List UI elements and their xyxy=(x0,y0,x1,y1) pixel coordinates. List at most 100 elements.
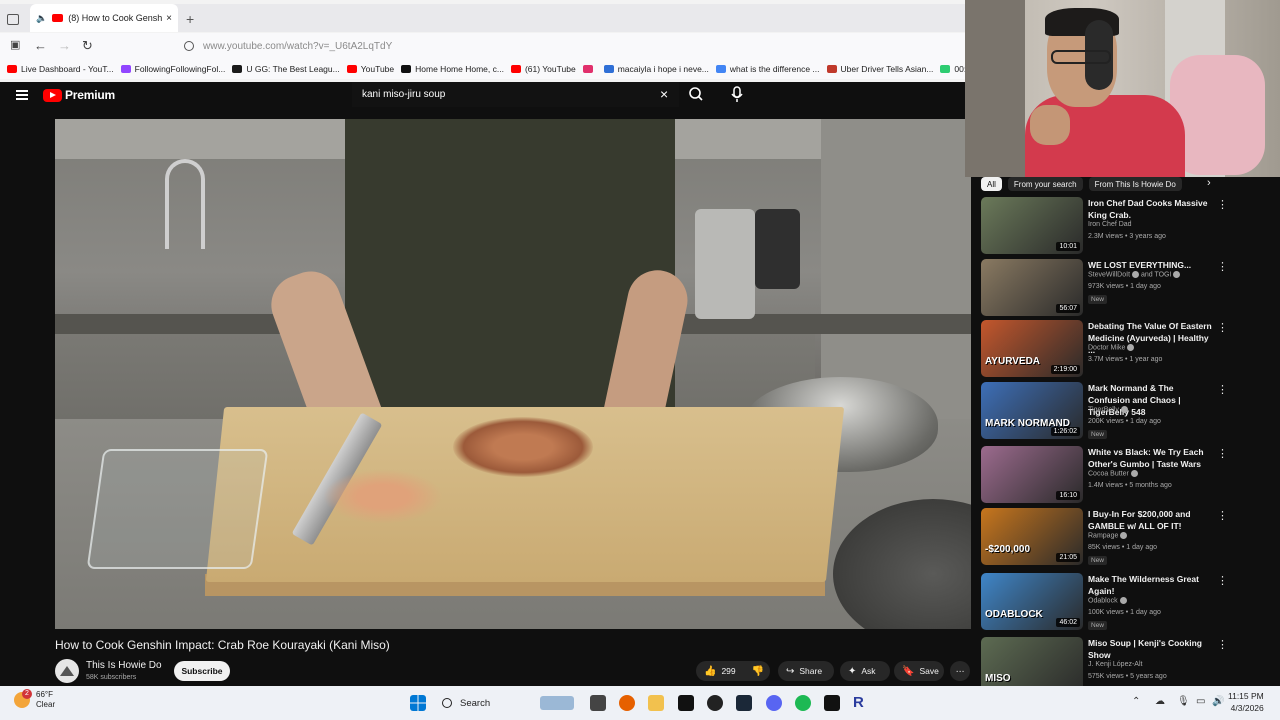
more-options-icon[interactable]: ⋮ xyxy=(1217,383,1228,396)
reload-button[interactable]: ↻ xyxy=(82,38,93,54)
video-title-link[interactable]: Miso Soup | Kenji's Cooking Show xyxy=(1088,637,1213,661)
more-options-icon[interactable]: ⋮ xyxy=(1217,574,1228,587)
bookmark-item[interactable] xyxy=(582,65,597,73)
like-icon[interactable]: 👍 xyxy=(704,666,716,677)
channel-line[interactable]: J. Kenji López-Alt xyxy=(1088,661,1142,668)
task-view-icon[interactable] xyxy=(590,695,606,711)
more-options-icon[interactable]: ⋮ xyxy=(1217,198,1228,211)
bookmark-item[interactable]: FollowingFollowingFol... xyxy=(120,64,225,74)
tab-active[interactable]: 🔈 (8) How to Cook Genshin Impact × xyxy=(30,4,178,32)
address-bar[interactable]: www.youtube.com/watch?v=_U6tA2LqTdY xyxy=(175,36,955,56)
video-player[interactable] xyxy=(55,119,971,629)
site-info-icon[interactable] xyxy=(184,41,194,51)
video-thumbnail[interactable]: 56:07 xyxy=(981,259,1083,316)
r-app-icon[interactable]: R xyxy=(853,695,869,711)
recommended-video[interactable]: AYURVEDA 2:19:00 Debating The Value Of Eas… xyxy=(981,320,1231,377)
video-title-link[interactable]: WE LOST EVERYTHING... xyxy=(1088,259,1213,271)
bookmark-item[interactable]: what is the difference ... xyxy=(715,64,820,74)
bookmark-item[interactable]: Uber Driver Tells Asian... xyxy=(826,64,933,74)
recommended-video[interactable]: -$200,000 21:05 I Buy-In For $200,000 and … xyxy=(981,508,1231,565)
recommended-video[interactable]: 10:01 Iron Chef Dad Cooks Massive King Cr… xyxy=(981,197,1231,254)
taskbar-clock[interactable]: 11:15 PM 4/3/2026 xyxy=(1228,690,1264,714)
channel-line[interactable]: Doctor Mike xyxy=(1088,344,1135,351)
channel-line[interactable]: Iron Chef Dad xyxy=(1088,221,1132,228)
bookmark-item[interactable]: macaiyla i hope i neve... xyxy=(603,64,709,74)
spotify-icon[interactable] xyxy=(795,695,811,711)
channel-line[interactable]: Odablock xyxy=(1088,597,1127,604)
bookmark-item[interactable]: U GG: The Best Leagu... xyxy=(232,64,340,74)
channel-line[interactable]: TigerBelly xyxy=(1088,406,1128,413)
channel-name[interactable]: Doctor Mike xyxy=(1088,344,1125,351)
volume-icon[interactable]: 🔊 xyxy=(1212,696,1224,707)
voice-search-button[interactable] xyxy=(724,82,750,107)
channel-name[interactable]: J. Kenji López-Alt xyxy=(1088,661,1142,668)
channel-name[interactable]: Cocoa Butter xyxy=(1088,470,1129,477)
steam-icon[interactable] xyxy=(736,695,752,711)
recommended-video[interactable]: MARK NORMAND 1:26:02 Mark Normand & The Co… xyxy=(981,382,1231,439)
recommended-video[interactable]: ODABLOCK 46:02 Make The Wilderness Great A… xyxy=(981,573,1231,630)
network-icon[interactable]: ▭ xyxy=(1196,696,1205,707)
video-title-link[interactable]: Iron Chef Dad Cooks Massive King Crab. xyxy=(1088,197,1213,221)
filter-chip[interactable]: All xyxy=(981,177,1002,191)
bookmark-item[interactable]: (61) YouTube xyxy=(510,64,576,74)
recommended-video[interactable]: 56:07 WE LOST EVERYTHING... SteveWillDoIt … xyxy=(981,259,1231,316)
channel-name[interactable]: SteveWillDoIt xyxy=(1088,271,1130,278)
filter-chip[interactable]: From This Is Howie Do xyxy=(1088,177,1182,191)
cloud-icon[interactable]: ☁ xyxy=(1155,696,1165,707)
notion-icon[interactable] xyxy=(824,695,840,711)
bookmark-item[interactable]: Home Home Home, c... xyxy=(401,64,504,74)
subscribe-button[interactable]: Subscribe xyxy=(174,661,230,681)
video-thumbnail[interactable]: 16:10 xyxy=(981,446,1083,503)
taskbar-search[interactable]: Search xyxy=(434,693,584,713)
discord-icon[interactable] xyxy=(766,695,782,711)
more-options-icon[interactable]: ⋮ xyxy=(1217,509,1228,522)
weather-widget[interactable]: 2 66°F Clear xyxy=(14,689,55,710)
video-thumbnail[interactable]: 10:01 xyxy=(981,197,1083,254)
channel-name[interactable]: This Is Howie Do xyxy=(86,660,162,671)
channel-line[interactable]: Cocoa Butter xyxy=(1088,470,1138,477)
like-count[interactable]: 299 xyxy=(721,666,735,676)
windows-start-icon[interactable] xyxy=(410,695,426,711)
speaker-icon[interactable]: 🔈 xyxy=(36,13,47,24)
more-options-icon[interactable]: ⋮ xyxy=(1217,321,1228,334)
youtube-logo[interactable]: Premium xyxy=(43,88,115,102)
ask-button[interactable]: ✦ Ask xyxy=(840,661,890,681)
video-thumbnail[interactable]: AYURVEDA 2:19:00 xyxy=(981,320,1083,377)
video-thumbnail[interactable]: -$200,000 21:05 xyxy=(981,508,1083,565)
forward-button[interactable]: → xyxy=(58,38,71,53)
dislike-icon[interactable]: 👎 xyxy=(752,666,764,677)
microphone-tray-icon[interactable]: 🎙 xyxy=(1177,696,1190,707)
channel-name[interactable]: Odablock xyxy=(1088,597,1118,604)
file-explorer-icon[interactable] xyxy=(648,695,664,711)
firefox-icon[interactable] xyxy=(619,695,635,711)
more-options-icon[interactable]: ⋮ xyxy=(1217,638,1228,651)
channel-line[interactable]: Rampage xyxy=(1088,532,1128,539)
recommended-video[interactable]: 16:10 White vs Black: We Try Each Other's… xyxy=(981,446,1231,503)
search-button[interactable] xyxy=(682,82,710,107)
video-title-link[interactable]: I Buy-In For $200,000 and GAMBLE w/ ALL … xyxy=(1088,508,1213,532)
video-thumbnail[interactable]: MARK NORMAND 1:26:02 xyxy=(981,382,1083,439)
sidebar-toggle-icon[interactable]: ▣ xyxy=(10,38,20,51)
clear-search-icon[interactable]: × xyxy=(660,86,668,102)
channel-name[interactable]: Iron Chef Dad xyxy=(1088,221,1132,228)
more-options-icon[interactable]: ⋮ xyxy=(1217,260,1228,273)
back-button[interactable]: ← xyxy=(34,38,47,53)
tab-list-icon[interactable] xyxy=(7,14,19,25)
more-actions-button[interactable]: ⋯ xyxy=(950,661,970,681)
search-input[interactable]: kani miso-jiru soup xyxy=(352,82,679,107)
channel-line[interactable]: SteveWillDoIt and TOGI xyxy=(1088,271,1181,278)
chevron-up-icon[interactable]: ⌃ xyxy=(1132,696,1140,707)
x-app-icon[interactable] xyxy=(678,695,694,711)
save-button[interactable]: 🔖 Save xyxy=(894,661,944,681)
channel-name[interactable]: Rampage xyxy=(1088,532,1118,539)
more-options-icon[interactable]: ⋮ xyxy=(1217,447,1228,460)
hamburger-menu-icon[interactable] xyxy=(16,90,28,100)
share-button[interactable]: ↪ Share xyxy=(778,661,834,681)
video-thumbnail[interactable]: ODABLOCK 46:02 xyxy=(981,573,1083,630)
obs-icon[interactable] xyxy=(707,695,723,711)
filter-chip[interactable]: From your search xyxy=(1007,177,1083,191)
bookmark-item[interactable]: 00:00:00 xyxy=(940,64,965,74)
video-title-link[interactable]: Make The Wilderness Great Again! xyxy=(1088,573,1213,597)
chevron-right-icon[interactable]: › xyxy=(1207,177,1211,189)
channel-avatar[interactable] xyxy=(55,659,79,683)
